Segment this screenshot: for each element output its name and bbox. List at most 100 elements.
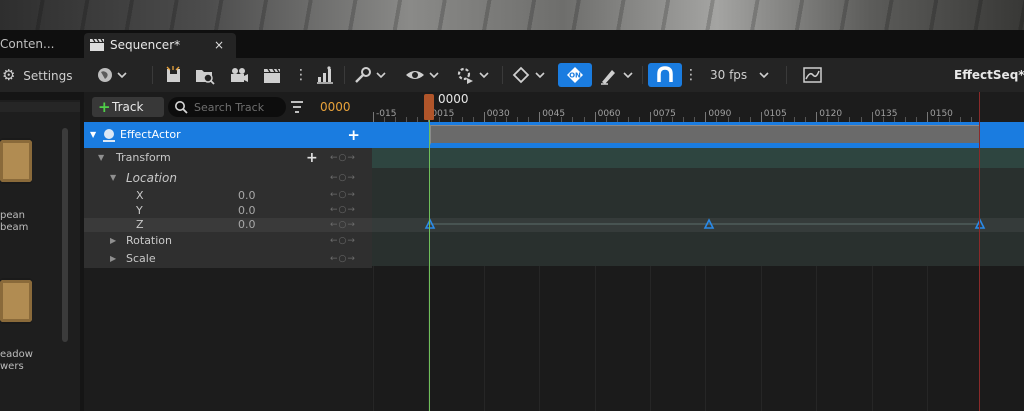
y-value-field[interactable]: 0.0	[238, 203, 278, 219]
ruler-tick	[705, 112, 707, 122]
search-track-input[interactable]	[194, 97, 284, 117]
ruler-tick	[483, 112, 485, 122]
timeline-row-rotation-scale	[372, 232, 1024, 266]
find-asset-button[interactable]	[194, 63, 216, 87]
key-navigation[interactable]: ←○→	[330, 203, 356, 218]
ruler-tick	[927, 112, 928, 122]
asset-thumbnail[interactable]	[0, 138, 32, 184]
actor-section-bar[interactable]	[430, 125, 980, 145]
camera-icon	[231, 68, 248, 82]
magnet-icon	[657, 66, 673, 82]
curve-editor-icon	[317, 66, 333, 84]
grid-line	[539, 266, 541, 411]
add-track-button[interactable]: + Track	[92, 97, 164, 117]
ruler-tick	[539, 112, 541, 122]
track-row-x[interactable]: X 0.0 ←○→	[84, 188, 372, 204]
tools-dropdown-button[interactable]	[352, 63, 388, 87]
expand-arrow-icon[interactable]: ▼	[90, 122, 96, 148]
actor-track-label: EffectActor	[120, 128, 181, 141]
expand-arrow-icon[interactable]: ▶	[110, 232, 116, 250]
tab-sequencer[interactable]: Sequencer* ×	[84, 33, 236, 58]
key-navigation[interactable]: ←○→	[330, 250, 356, 268]
settings-button[interactable]: ⚙ Settings	[2, 63, 73, 87]
search-track-field[interactable]	[168, 97, 286, 117]
expand-arrow-icon[interactable]: ▼	[110, 168, 116, 188]
framerate-dropdown[interactable]: 30 fps	[710, 63, 771, 87]
eye-icon	[406, 71, 439, 79]
current-frame-display[interactable]: 0000	[320, 98, 351, 116]
close-tab-button[interactable]: ×	[214, 33, 224, 58]
key-navigation[interactable]: ←○→	[330, 188, 356, 203]
key-navigation[interactable]: ←○→	[330, 168, 356, 188]
vertical-dots-icon: ⋮	[294, 67, 308, 83]
create-camera-button[interactable]	[262, 63, 284, 87]
grid-line	[373, 266, 374, 411]
track-row-scale[interactable]: ▶ Scale ←○→	[84, 250, 372, 268]
z-value-field[interactable]: 0.0	[238, 218, 278, 233]
grid-line	[871, 266, 873, 411]
track-row-location[interactable]: ▼ Location ←○→	[84, 168, 372, 188]
add-subtrack-button[interactable]: +	[347, 122, 360, 148]
expand-arrow-icon[interactable]: ▶	[110, 250, 116, 268]
panel-header	[0, 92, 80, 100]
playback-end-marker[interactable]	[979, 92, 980, 411]
key-interpolation-button[interactable]	[510, 63, 548, 87]
playback-options-button[interactable]	[454, 63, 492, 87]
material-icon	[0, 280, 32, 322]
x-channel-label: X	[136, 189, 144, 202]
track-row-effectactor[interactable]: ▼ EffectActor +	[84, 122, 372, 148]
y-channel-label: Y	[136, 204, 143, 217]
track-row-z[interactable]: Z 0.0 ←○→	[84, 218, 372, 233]
key-navigation[interactable]: ←○→	[330, 148, 356, 168]
z-keyframes-layer	[424, 218, 986, 229]
asset-label-line: beam	[0, 222, 29, 233]
level-viewport-preview	[0, 0, 1024, 30]
curve-view-button[interactable]	[802, 63, 824, 87]
time-ruler[interactable]: -015 0015 0030 0045 0060 0075 0090 0105 0120 0135…	[372, 92, 1024, 122]
toolbar-divider	[502, 66, 503, 84]
timeline-area[interactable]: -015 0015 0030 0045 0060 0075 0090 0105 0120 0135…	[372, 92, 1024, 411]
world-dropdown-button[interactable]	[96, 63, 130, 87]
render-movie-button[interactable]	[228, 63, 250, 87]
asset-label-line: wers	[0, 361, 24, 372]
snap-options-button[interactable]: ⋮	[684, 63, 698, 87]
grid-line	[705, 266, 707, 411]
pen-icon	[601, 70, 633, 85]
vertical-dots-icon: ⋮	[684, 67, 698, 83]
scale-label: Scale	[126, 252, 156, 265]
folder-search-icon	[196, 70, 215, 85]
edit-mode-button[interactable]	[598, 63, 636, 87]
track-row-transform[interactable]: ▼ Transform + ←○→	[84, 148, 372, 168]
more-options-button[interactable]: ⋮	[294, 63, 308, 87]
track-row-rotation[interactable]: ▶ Rotation ←○→	[84, 232, 372, 250]
scrollbar[interactable]	[62, 128, 68, 342]
add-key-button[interactable]: +	[306, 148, 318, 168]
grid-line	[594, 266, 596, 411]
snap-toggle-button[interactable]	[648, 63, 682, 87]
plus-icon: +	[98, 98, 111, 116]
track-tree: + Track 0000 ▼ EffectActor + ▼ Transform…	[84, 92, 372, 411]
key-navigation[interactable]: ←○→	[330, 232, 356, 250]
transform-label: Transform	[116, 151, 171, 164]
filter-icon[interactable]	[290, 99, 304, 115]
rotation-label: Rotation	[126, 234, 173, 247]
x-value-field[interactable]: 0.0	[238, 188, 278, 204]
key-navigation[interactable]: ←○→	[330, 218, 356, 232]
curve-editor-button[interactable]	[314, 63, 336, 87]
playhead-frame-label: 0000	[438, 92, 469, 106]
track-row-y[interactable]: Y 0.0 ←○→	[84, 203, 372, 219]
asset-label: pean beam	[0, 210, 28, 234]
framerate-label: 30 fps	[710, 68, 748, 82]
tab-content-browser[interactable]: Conten...	[0, 30, 80, 58]
grid-line	[816, 266, 818, 411]
asset-thumbnail[interactable]	[0, 278, 32, 324]
settings-label: Settings	[23, 69, 73, 83]
track-tree-header: + Track 0000	[84, 92, 372, 122]
expand-arrow-icon[interactable]: ▼	[98, 148, 104, 168]
playhead-handle[interactable]	[424, 94, 434, 120]
toolbar-divider	[344, 66, 345, 84]
auto-key-button[interactable]: ON	[558, 63, 592, 87]
save-sequence-button[interactable]	[164, 63, 184, 87]
view-options-button[interactable]	[404, 63, 442, 87]
clapperboard-icon	[90, 39, 104, 51]
